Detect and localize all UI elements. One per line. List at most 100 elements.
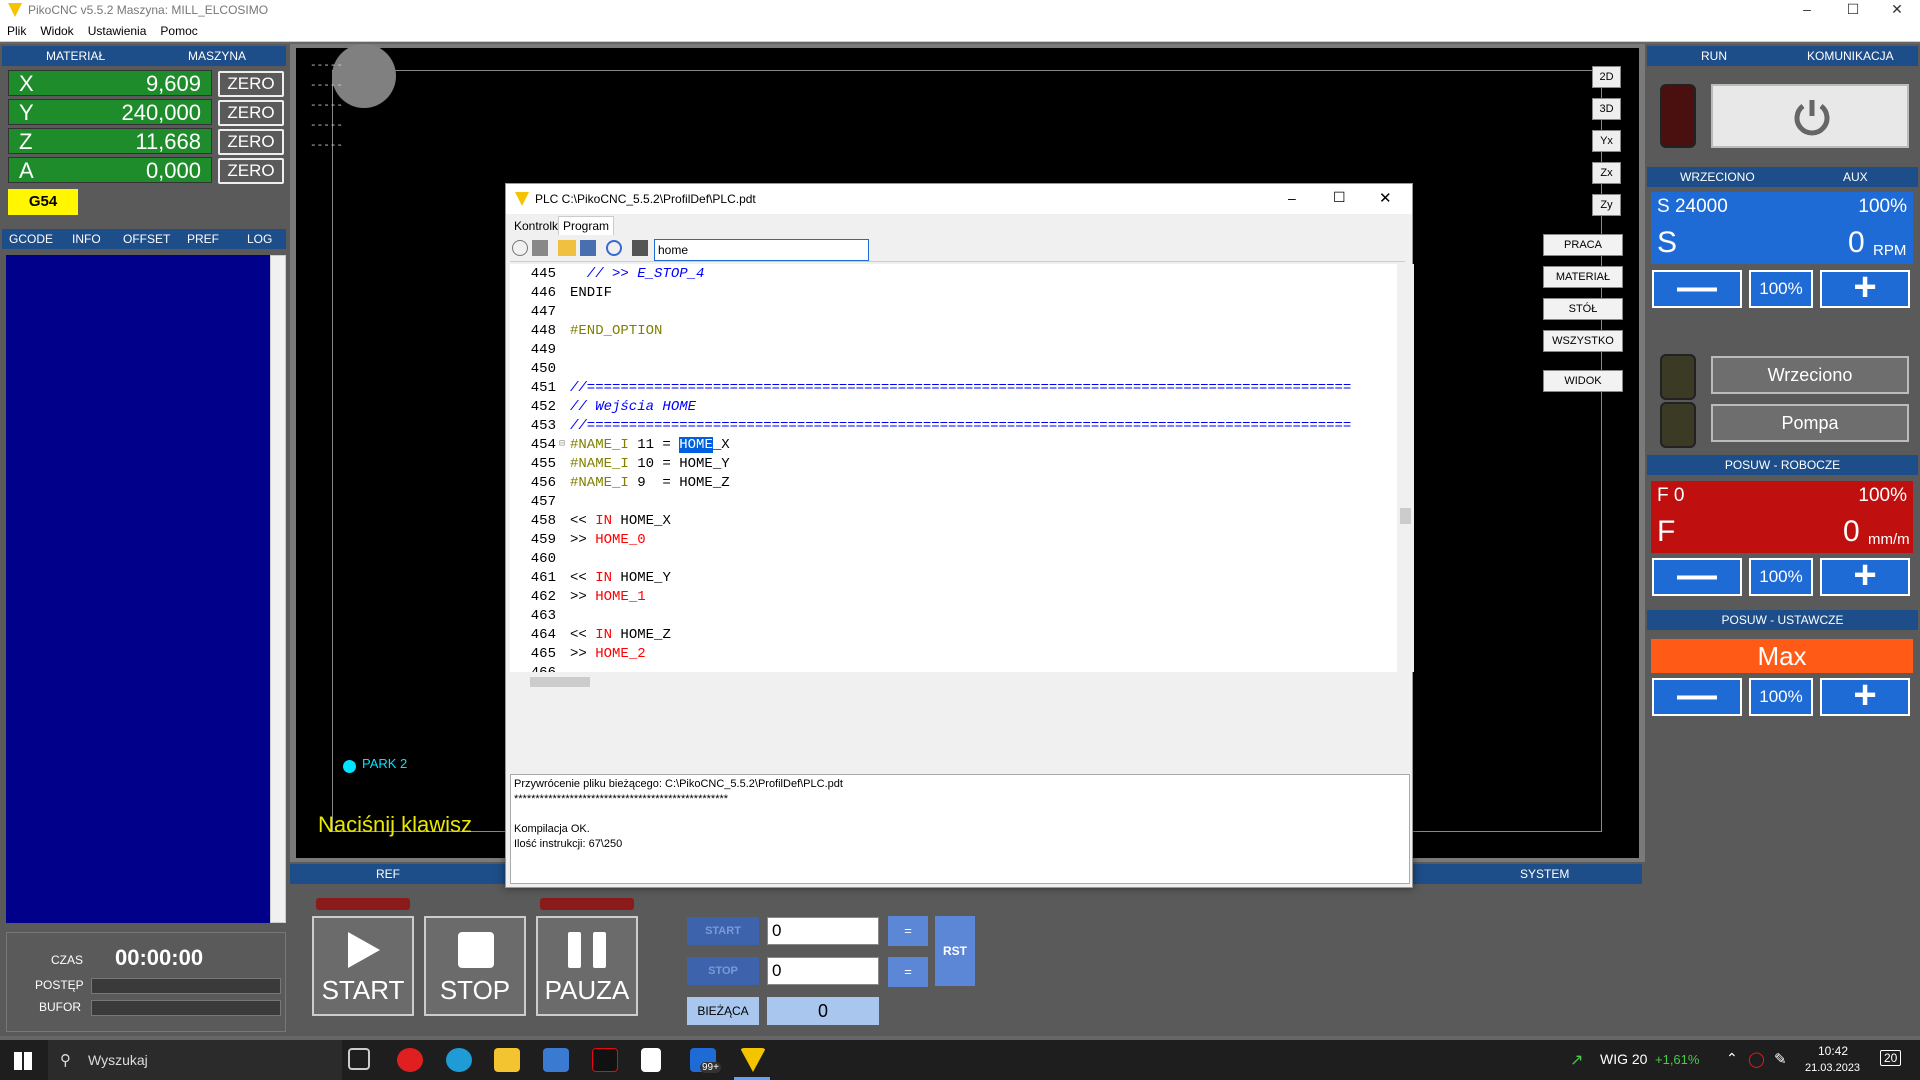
- spindle-minus-button[interactable]: —: [1652, 267, 1742, 308]
- code-line[interactable]: >> HOME_0: [570, 532, 646, 548]
- wszystko-button[interactable]: WSZYSTKO: [1543, 330, 1623, 352]
- pen-icon[interactable]: ✎: [1774, 1050, 1787, 1068]
- menu-pomoc[interactable]: Pomoc: [153, 20, 204, 38]
- rapid-minus-button[interactable]: —: [1652, 675, 1742, 716]
- tab-run[interactable]: RUN: [1701, 46, 1727, 66]
- opera-tray-icon[interactable]: ◯: [1748, 1050, 1765, 1068]
- material-button[interactable]: MATERIAŁ: [1543, 266, 1623, 288]
- tab-info[interactable]: INFO: [72, 229, 101, 249]
- code-line[interactable]: << IN HOME_X: [570, 513, 671, 529]
- pikocnc-taskbar-icon[interactable]: [740, 1048, 766, 1072]
- tab-system[interactable]: SYSTEM: [1520, 864, 1569, 884]
- clock-date[interactable]: 21.03.2023: [1805, 1062, 1860, 1074]
- gcode-scrollbar[interactable]: [270, 255, 286, 923]
- plc-tab-kontrolki[interactable]: Kontrolki: [514, 219, 561, 233]
- file-explorer-icon[interactable]: [494, 1048, 520, 1072]
- save-icon[interactable]: [532, 240, 548, 256]
- notifications-icon[interactable]: 20: [1880, 1050, 1902, 1066]
- spindle-pct-button[interactable]: 100%: [1749, 270, 1813, 308]
- zero-y-button[interactable]: ZERO: [218, 100, 284, 126]
- feed-pct-button[interactable]: 100%: [1749, 558, 1813, 596]
- windows-start-icon[interactable]: [14, 1052, 32, 1070]
- stop-line-input[interactable]: 0: [767, 957, 879, 985]
- code-line[interactable]: >> HOME_1: [570, 589, 646, 605]
- code-hthumb[interactable]: [530, 677, 590, 687]
- plc-minimize-icon[interactable]: –: [1288, 190, 1296, 206]
- code-line[interactable]: << IN HOME_Z: [570, 627, 671, 643]
- binoculars-icon[interactable]: [632, 240, 648, 256]
- plc-maximize-icon[interactable]: ☐: [1333, 189, 1346, 206]
- close-icon[interactable]: ✕: [1874, 0, 1920, 20]
- code-line[interactable]: // Wejścia HOME: [570, 399, 696, 415]
- stop-line-label[interactable]: STOP: [687, 957, 759, 985]
- view-zx-button[interactable]: Zx: [1592, 162, 1621, 184]
- code-line[interactable]: #NAME_I 10 = HOME_Y: [570, 456, 730, 472]
- code-line[interactable]: #NAME_I 9 = HOME_Z: [570, 475, 730, 491]
- start-line-label[interactable]: START: [687, 917, 759, 945]
- minimize-icon[interactable]: –: [1784, 0, 1830, 20]
- zero-a-button[interactable]: ZERO: [218, 158, 284, 184]
- store-icon[interactable]: [543, 1048, 569, 1072]
- wcs-badge[interactable]: G54: [8, 189, 78, 215]
- task-view-icon[interactable]: [348, 1048, 370, 1070]
- stop-button[interactable]: STOP: [424, 916, 526, 1016]
- menu-ustawienia[interactable]: Ustawienia: [81, 20, 154, 38]
- rapid-pct-button[interactable]: 100%: [1749, 678, 1813, 716]
- zero-x-button[interactable]: ZERO: [218, 71, 284, 97]
- edge-icon[interactable]: [446, 1048, 472, 1072]
- plc-search-input[interactable]: home: [654, 239, 869, 261]
- feed-minus-button[interactable]: —: [1652, 555, 1742, 596]
- settings-icon[interactable]: [606, 240, 622, 256]
- tab-gcode[interactable]: GCODE: [9, 229, 53, 249]
- code-line[interactable]: #END_OPTION: [570, 323, 662, 339]
- clock-time[interactable]: 10:42: [1818, 1044, 1848, 1058]
- tab-ref[interactable]: REF: [376, 864, 400, 884]
- code-vthumb[interactable]: [1400, 508, 1411, 524]
- code-vscrollbar[interactable]: [1397, 264, 1414, 672]
- notepad-icon[interactable]: [641, 1048, 661, 1072]
- machine-tab[interactable]: MASZYNA: [188, 46, 246, 66]
- stop-eq-button[interactable]: =: [888, 957, 928, 987]
- praca-button[interactable]: PRACA: [1543, 234, 1623, 256]
- plc-tab-program[interactable]: Program: [558, 216, 615, 235]
- stol-button[interactable]: STÓŁ: [1543, 298, 1623, 320]
- help-icon[interactable]: [580, 240, 596, 256]
- gcode-editor[interactable]: [6, 255, 270, 923]
- open-icon[interactable]: [558, 240, 576, 256]
- tab-komunikacja[interactable]: KOMUNIKACJA: [1807, 46, 1894, 66]
- tab-pref[interactable]: PREF: [187, 229, 219, 249]
- tab-log[interactable]: LOG: [247, 229, 272, 249]
- code-line[interactable]: //======================================…: [570, 380, 1351, 396]
- tab-aux[interactable]: AUX: [1843, 167, 1868, 187]
- opera-icon[interactable]: [397, 1048, 423, 1072]
- code-line[interactable]: //======================================…: [570, 418, 1351, 434]
- reload-icon[interactable]: [512, 240, 528, 256]
- spindle-plus-button[interactable]: +: [1820, 267, 1910, 308]
- start-button[interactable]: START: [312, 916, 414, 1016]
- rst-button[interactable]: RST: [935, 916, 975, 986]
- view-3d-button[interactable]: 3D: [1592, 98, 1621, 120]
- code-line[interactable]: >> HOME_2: [570, 646, 646, 662]
- code-line[interactable]: << IN HOME_Y: [570, 570, 671, 586]
- widok-button[interactable]: WIDOK: [1543, 370, 1623, 392]
- wrzeciono-button[interactable]: Wrzeciono: [1711, 356, 1909, 394]
- material-tab[interactable]: MATERIAŁ: [46, 46, 105, 66]
- maximize-icon[interactable]: ☐: [1830, 0, 1876, 20]
- feed-plus-button[interactable]: +: [1820, 555, 1910, 596]
- pompa-button[interactable]: Pompa: [1711, 404, 1909, 442]
- start-line-input[interactable]: 0: [767, 917, 879, 945]
- code-line[interactable]: ENDIF: [570, 285, 612, 301]
- code-line[interactable]: // >> E_STOP_4: [570, 266, 705, 282]
- start-eq-button[interactable]: =: [888, 916, 928, 946]
- plc-close-icon[interactable]: ✕: [1379, 189, 1392, 207]
- plc-code-editor[interactable]: 445 // >> E_STOP_4 446 ENDIF 447 448 #END_OPT…: [510, 264, 1397, 672]
- view-zy-button[interactable]: Zy: [1592, 194, 1621, 216]
- view-2d-button[interactable]: 2D: [1592, 66, 1621, 88]
- code-hscrollbar[interactable]: [510, 674, 1397, 690]
- chevron-up-icon[interactable]: ⌃: [1726, 1050, 1738, 1067]
- code-line[interactable]: #NAME_I 11 = HOME_X: [570, 437, 730, 453]
- zero-z-button[interactable]: ZERO: [218, 129, 284, 155]
- view-yx-button[interactable]: Yx: [1592, 130, 1621, 152]
- rapid-plus-button[interactable]: +: [1820, 675, 1910, 716]
- menu-widok[interactable]: Widok: [33, 20, 80, 38]
